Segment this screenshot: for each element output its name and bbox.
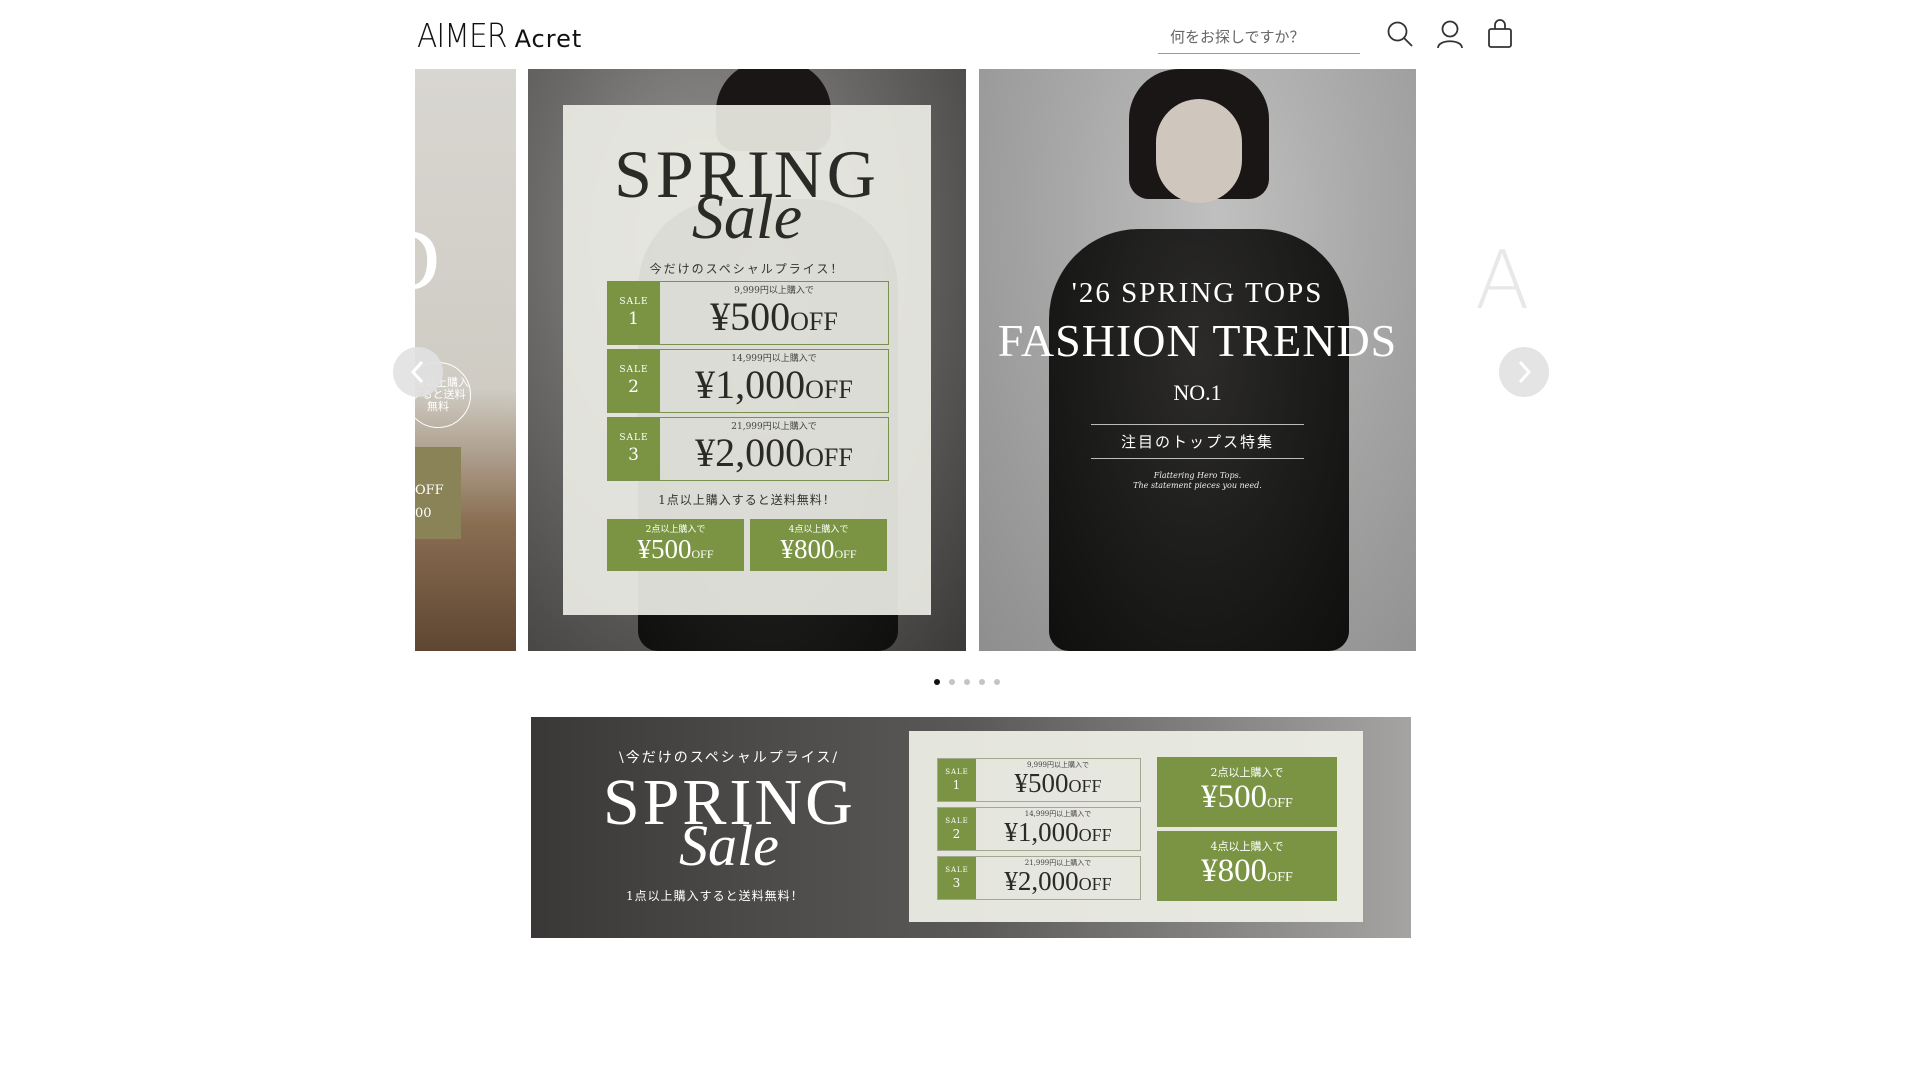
offer-box-line1: OFF	[415, 483, 444, 498]
banner-offer-panel: SALE 1 9,999円以上購入で ¥500OFF SALE 2 14,999円以上…	[909, 731, 1363, 922]
carousel-dot-3[interactable]	[964, 679, 970, 685]
sale-tagline: 今だけのスペシャルプライス！	[649, 262, 845, 276]
trends-subtitle: '26 SPRING TOPS	[1071, 277, 1324, 309]
search-icon[interactable]	[1383, 17, 1417, 51]
tier-tag: SALE 1	[938, 759, 976, 801]
banner-tier-2: SALE 2 14,999円以上購入で ¥1,000OFF	[937, 807, 1141, 851]
banner-coupon-1: 2点以上購入で ¥500OFF	[1157, 757, 1337, 827]
tier-amount: ¥500OFF	[1014, 768, 1102, 798]
sale-tier-2: SALE 2 14,999円以上購入で ¥1,000OFF	[607, 349, 889, 413]
coupon-1: 2点以上購入で ¥500OFF	[607, 519, 744, 571]
tier-tag: SALE 2	[938, 808, 976, 850]
carousel-slide-spring-sale[interactable]: SPRING Sale 今だけのスペシャルプライス！ SALE 1 9,999円以…	[528, 69, 966, 651]
tier-tag: SALE 1	[608, 282, 660, 344]
banner-coupon-2: 4点以上購入で ¥800OFF	[1157, 831, 1337, 901]
logo-main-text: AIMER	[417, 16, 508, 55]
banner-tagline: \今だけのスペシャルプライス/	[619, 750, 840, 766]
sale-tier-3: SALE 3 21,999円以上購入で ¥2,000OFF	[607, 417, 889, 481]
logo-sub-text: Acret	[514, 25, 583, 53]
carousel-dot-4[interactable]	[979, 679, 985, 685]
tier-amount: ¥1,000OFF	[695, 362, 853, 407]
model-face	[1156, 99, 1242, 203]
account-icon[interactable]	[1433, 17, 1467, 51]
carousel-dot-5[interactable]	[994, 679, 1000, 685]
carousel-next-button[interactable]	[1499, 347, 1549, 397]
sale-script: Sale	[691, 181, 803, 252]
coupon-2: 4点以上購入で ¥800OFF	[750, 519, 887, 571]
offer-box-line2: 00	[415, 506, 432, 521]
chevron-right-icon	[1518, 360, 1532, 384]
tier-amount: ¥500OFF	[710, 294, 838, 339]
free-shipping-text: 1点以上購入すると送料無料！	[658, 493, 836, 507]
tier-tag: SALE 3	[938, 857, 976, 899]
banner-free-shipping: 1点以上購入すると送料無料！	[626, 889, 804, 903]
banner-tier-3: SALE 3 21,999円以上購入で ¥2,000OFF	[937, 856, 1141, 900]
tier-tag: SALE 3	[608, 418, 660, 480]
sale-tier-1: SALE 1 9,999円以上購入で ¥500OFF	[607, 281, 889, 345]
trends-rank: NO.1	[1173, 380, 1222, 405]
carousel-dot-1[interactable]	[934, 679, 940, 685]
offer-box: OFF 00	[415, 447, 461, 539]
tier-amount: ¥1,000OFF	[1004, 817, 1112, 847]
trends-feature-label: 注目のトップス特集	[1091, 424, 1304, 459]
carousel-pagination	[934, 679, 1000, 685]
sale-panel: SPRING Sale 今だけのスペシャルプライス！ SALE 1 9,999円以…	[563, 105, 931, 615]
carousel-slide-fashion-trends[interactable]: '26 SPRING TOPS FASHION TRENDS NO.1 注目のト…	[979, 69, 1416, 651]
slide-letter: D	[415, 209, 440, 312]
search-input[interactable]	[1158, 20, 1360, 54]
tier-amount: ¥2,000OFF	[1004, 866, 1112, 896]
spring-sale-banner[interactable]: \今だけのスペシャルプライス/ SPRING Sale 1点以上購入すると送料無…	[531, 717, 1411, 938]
cart-icon[interactable]	[1483, 17, 1517, 51]
tier-amount: ¥2,000OFF	[695, 430, 853, 475]
slide-peek-text: AI	[1475, 234, 1528, 327]
carousel-prev-button[interactable]	[393, 347, 443, 397]
tier-tag: SALE 2	[608, 350, 660, 412]
banner-tier-1: SALE 1 9,999円以上購入で ¥500OFF	[937, 758, 1141, 802]
chevron-left-icon	[410, 360, 424, 384]
trends-caption: Flattering Hero Tops. The statement piec…	[1133, 471, 1262, 490]
brand-logo[interactable]: AIMER Acret	[417, 16, 583, 55]
carousel-dot-2[interactable]	[949, 679, 955, 685]
banner-script: Sale	[679, 813, 779, 878]
trends-title: FASHION TRENDS	[997, 315, 1398, 366]
